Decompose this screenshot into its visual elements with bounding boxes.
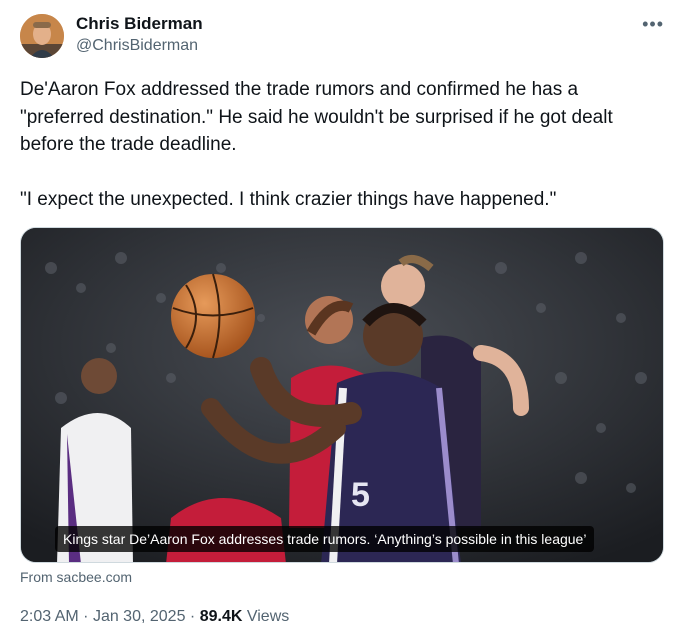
link-source[interactable]: From sacbee.com <box>20 569 132 585</box>
views-label: Views <box>246 608 290 625</box>
avatar-image <box>20 14 64 58</box>
avatar[interactable] <box>20 14 64 58</box>
tweet-date[interactable]: Jan 30, 2025 <box>93 608 186 625</box>
tweet-time[interactable]: 2:03 AM <box>20 608 79 625</box>
basketball-photo: 5 <box>21 228 663 562</box>
author-display-name[interactable]: Chris Biderman <box>76 14 203 34</box>
more-horizontal-icon: ••• <box>642 14 664 34</box>
tweet-text: De'Aaron Fox addressed the trade rumors … <box>20 79 613 210</box>
meta-separator: · <box>83 608 89 625</box>
more-options-button[interactable]: ••• <box>642 14 664 35</box>
meta-separator: · <box>189 608 196 625</box>
tweet-meta: 2:03 AM · Jan 30, 2025 · 89.4K Views <box>20 608 289 626</box>
link-card-image[interactable]: 5 Kings star De’Aaron Fox addresses trad… <box>20 227 664 563</box>
author-handle[interactable]: @ChrisBiderman <box>76 36 203 56</box>
author-block[interactable]: Chris Biderman @ChrisBiderman <box>76 14 203 56</box>
link-card-caption[interactable]: Kings star De’Aaron Fox addresses trade … <box>55 526 595 552</box>
views-count[interactable]: 89.4K <box>200 608 243 625</box>
jersey-number: 5 <box>351 476 370 514</box>
